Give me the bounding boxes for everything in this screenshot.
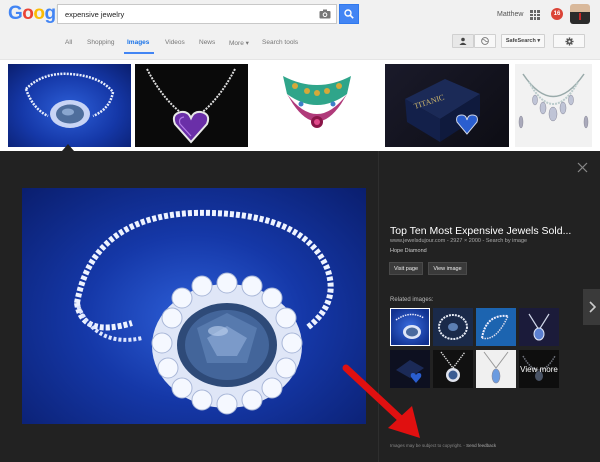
tab-videos[interactable]: Videos	[165, 39, 185, 46]
notification-badge[interactable]: 16	[551, 8, 563, 20]
tab-news[interactable]: News	[199, 39, 215, 46]
copyright-note: Images may be subject to copyright. - Se…	[390, 443, 497, 448]
visit-page-button[interactable]: Visit page	[389, 262, 423, 275]
bib-necklace-image	[518, 73, 589, 129]
hope-diamond-image	[74, 209, 334, 415]
avatar[interactable]	[570, 4, 590, 24]
next-image-button[interactable]	[583, 289, 600, 325]
chevron-right-icon	[588, 301, 596, 313]
thumbnail-hope-diamond[interactable]	[8, 64, 131, 147]
tab-shopping[interactable]: Shopping	[87, 39, 114, 46]
related-image[interactable]	[433, 308, 473, 346]
collar-image	[283, 76, 351, 128]
related-image[interactable]	[433, 350, 473, 388]
selected-thumbnail-pointer	[62, 144, 74, 151]
related-necklace-image	[481, 314, 509, 340]
copyright-text: Images may be subject to copyright.	[390, 443, 463, 448]
tab-search-tools[interactable]: Search tools	[262, 39, 298, 46]
thumbnail-ruby-collar[interactable]	[255, 64, 379, 147]
user-name[interactable]: Matthew	[497, 11, 523, 18]
tab-images[interactable]: Images	[127, 39, 149, 46]
gear-icon	[564, 36, 574, 46]
search-input[interactable]	[58, 5, 308, 23]
related-images-label: Related images:	[390, 297, 434, 303]
thumbnail-purple-heart[interactable]	[135, 64, 248, 147]
related-image[interactable]	[519, 308, 559, 346]
result-title[interactable]: Top Ten Most Expensive Jewels Sold...	[390, 225, 571, 237]
thumbnail-heart-of-ocean[interactable]: TITANIC	[385, 64, 509, 147]
related-necklace-image	[438, 314, 468, 340]
preview-image[interactable]	[22, 188, 366, 424]
image-results-strip: TITANIC	[0, 60, 600, 152]
tab-more[interactable]: More ▾	[229, 39, 249, 47]
related-necklace-image	[528, 313, 550, 341]
result-subtitle: Hope Diamond	[390, 248, 427, 254]
related-necklace-image	[395, 313, 425, 339]
related-image[interactable]	[476, 308, 516, 346]
result-meta: www.jewelsdujour.com - 2927 × 2000 - Sea…	[390, 238, 528, 244]
necklace-image	[24, 72, 115, 128]
thumbnail-diamond-bib[interactable]	[515, 64, 592, 147]
search-button[interactable]	[339, 4, 359, 24]
red-arrow-annotation	[342, 364, 420, 438]
person-icon	[459, 37, 467, 45]
apps-grid-icon[interactable]	[530, 10, 540, 20]
send-feedback-link[interactable]: Send feedback	[466, 443, 496, 448]
view-more-tile[interactable]: View more	[519, 350, 559, 388]
related-image[interactable]	[390, 308, 430, 346]
related-pendant-image	[483, 351, 509, 384]
related-pendant-image	[440, 351, 466, 382]
search-box	[57, 4, 337, 24]
pendant-image	[146, 68, 236, 144]
view-image-button[interactable]: View image	[428, 262, 467, 275]
related-image[interactable]	[476, 350, 516, 388]
jewel-box-image: TITANIC	[405, 79, 480, 142]
tab-all[interactable]: All	[65, 39, 72, 46]
safesearch-button[interactable]: SafeSearch ▾	[501, 34, 545, 48]
globe-icon	[481, 37, 489, 45]
globe-filter-button[interactable]	[474, 34, 496, 48]
search-icon	[344, 9, 354, 19]
person-filter-button[interactable]	[452, 34, 474, 48]
settings-button[interactable]	[553, 34, 585, 48]
active-tab-indicator	[124, 52, 154, 54]
close-icon[interactable]	[577, 162, 588, 173]
camera-icon[interactable]	[319, 9, 331, 19]
view-more-label: View more	[519, 350, 559, 388]
